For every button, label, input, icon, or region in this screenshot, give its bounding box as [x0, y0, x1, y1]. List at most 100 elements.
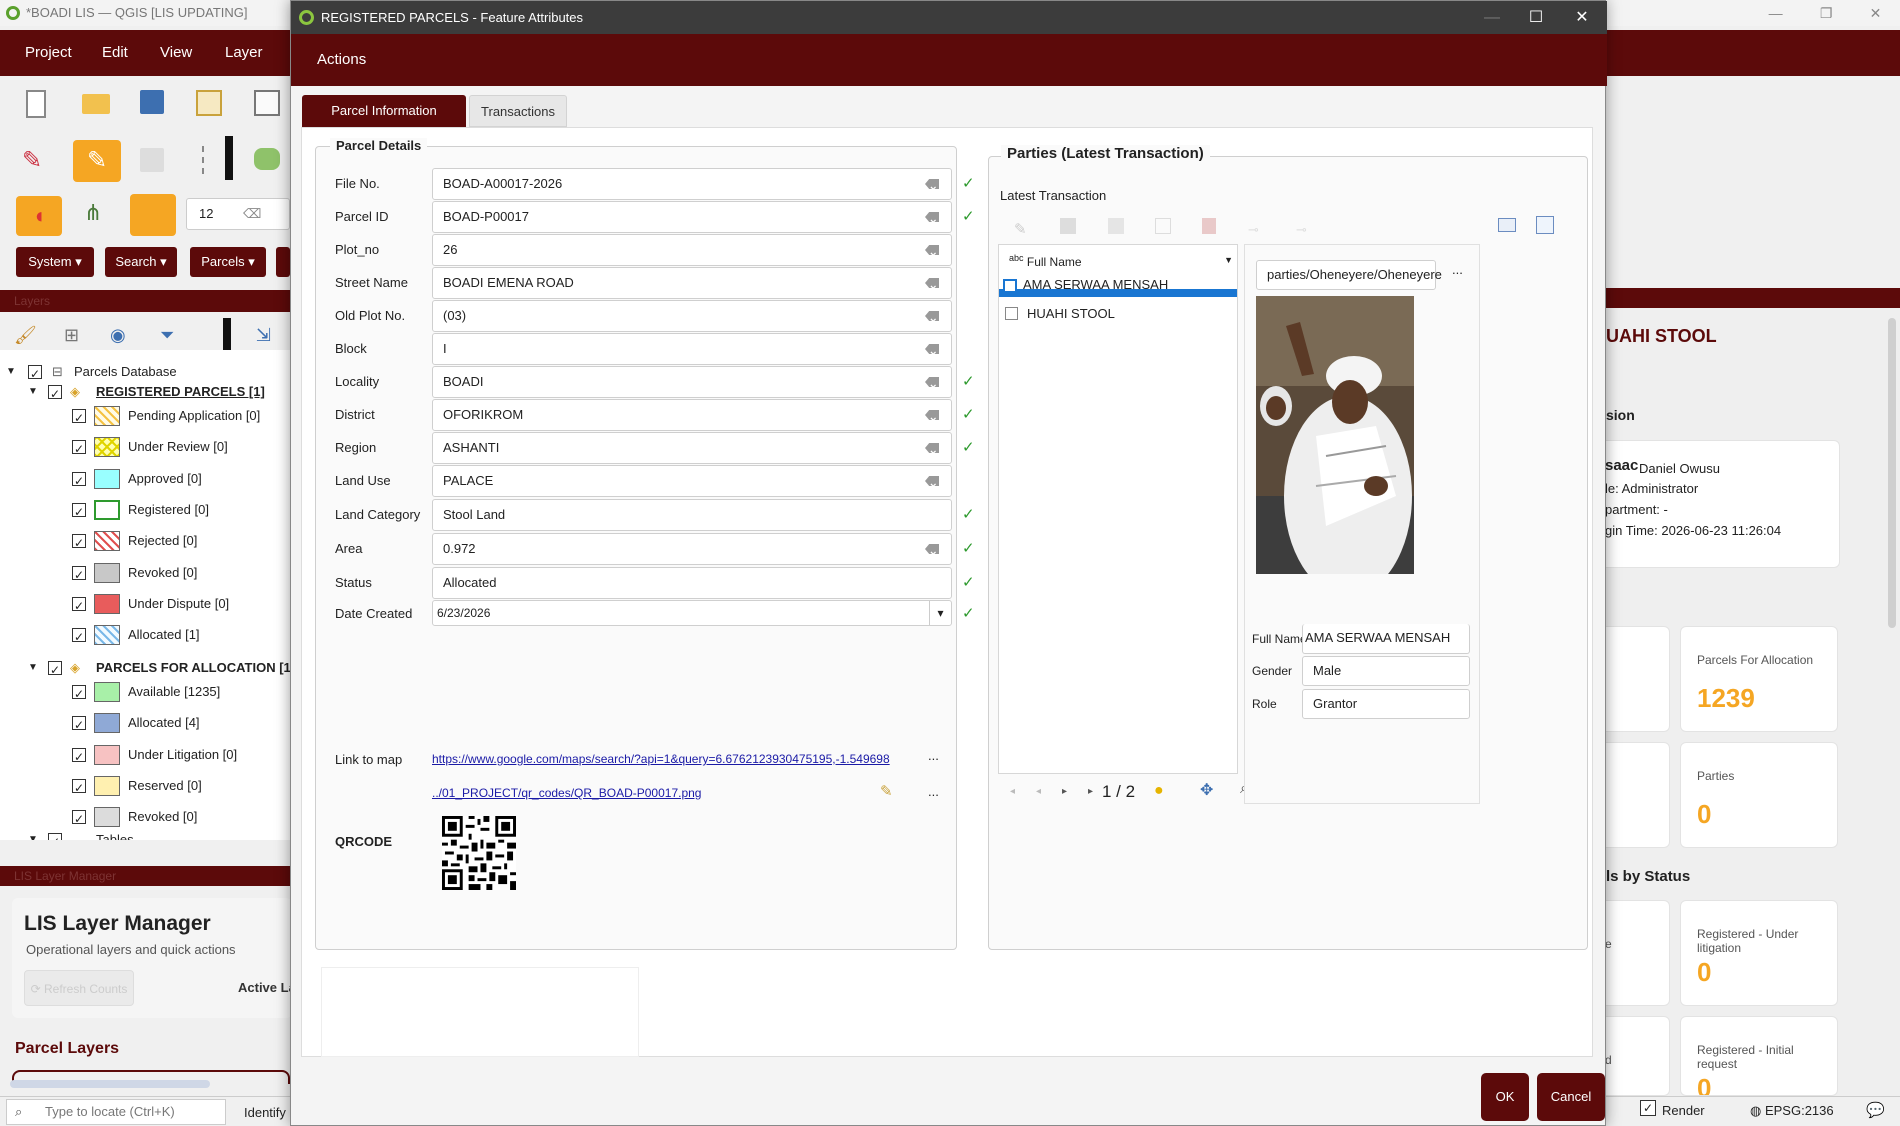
refresh-counts-button[interactable]: ⟳ Refresh Counts — [24, 970, 134, 1006]
field-input[interactable]: Stool Land — [432, 499, 952, 531]
system-button[interactable]: System ▾ — [16, 247, 94, 277]
delete-icon[interactable] — [1202, 218, 1216, 234]
visibility-eye-icon[interactable]: ◉ — [110, 325, 138, 353]
new-project-icon[interactable] — [26, 90, 46, 118]
style-manager-icon[interactable]: 🖌 — [14, 325, 42, 353]
more-button[interactable] — [276, 247, 290, 277]
layer-checkbox[interactable] — [72, 682, 86, 706]
clear-icon[interactable]: ⌫ — [243, 199, 261, 229]
clear-field-icon[interactable] — [925, 377, 939, 387]
menu-edit[interactable]: Edit — [102, 44, 128, 61]
field-input[interactable]: I — [432, 333, 952, 365]
link-icon[interactable]: ⊸ — [1248, 222, 1259, 238]
party-field-input[interactable]: Grantor — [1302, 689, 1470, 719]
layer-checkbox[interactable] — [72, 500, 86, 524]
snapping-magnet-icon[interactable]: ◖ — [16, 196, 62, 236]
add-feature-icon[interactable] — [1108, 218, 1124, 234]
clear-field-icon[interactable] — [925, 278, 939, 288]
field-input[interactable]: Allocated — [432, 567, 952, 599]
filter-icon[interactable]: ⏷ — [160, 325, 188, 353]
search-button[interactable]: Search ▾ — [105, 247, 177, 277]
layout-manager-icon[interactable] — [254, 90, 280, 116]
minimize-icon[interactable]: — — [1769, 0, 1783, 26]
toggle-editing-icon[interactable]: ✎ — [73, 140, 121, 182]
clear-field-icon[interactable] — [925, 344, 939, 354]
row-checkbox[interactable] — [1005, 307, 1018, 320]
party-field-input[interactable]: Male — [1302, 656, 1470, 686]
field-input[interactable]: OFORIKROM — [432, 399, 952, 431]
prev-page-icon[interactable]: ◂ — [1036, 786, 1041, 797]
layer-checkbox[interactable] — [72, 406, 86, 430]
link-to-map-ellipsis[interactable]: ... — [928, 748, 939, 763]
actions-menu[interactable]: Actions — [317, 51, 366, 68]
locator-input[interactable]: ⌕ Type to locate (Ctrl+K) — [6, 1099, 226, 1125]
print-layout-icon[interactable] — [196, 90, 222, 116]
qr-path-value[interactable]: ../01_PROJECT/qr_codes/QR_BOAD-P00017.pn… — [432, 786, 772, 800]
clear-field-icon[interactable] — [925, 544, 939, 554]
save-icon[interactable] — [1060, 218, 1076, 234]
save-icon[interactable] — [140, 90, 164, 114]
copy-icon[interactable] — [1155, 218, 1171, 234]
field-input[interactable]: BOADI — [432, 366, 952, 398]
crs-button[interactable]: ◍ EPSG:2136 — [1750, 1103, 1834, 1119]
clear-field-icon[interactable] — [925, 212, 939, 222]
date-created-combo[interactable]: 6/23/2026 ▾ — [432, 600, 952, 626]
layer-checkbox[interactable] — [72, 594, 86, 618]
layer-checkbox[interactable] — [72, 563, 86, 587]
snap-to-vertex-icon[interactable] — [130, 194, 176, 236]
qr-path-ellipsis[interactable]: ... — [928, 784, 939, 799]
ok-button[interactable]: OK — [1481, 1073, 1529, 1121]
maximize-icon[interactable]: ❐ — [1820, 0, 1833, 26]
chevron-down-icon[interactable]: ▾ — [929, 601, 951, 625]
messages-icon[interactable]: 💬 — [1866, 1101, 1885, 1119]
clear-field-icon[interactable] — [925, 311, 939, 321]
list-item[interactable]: HUAHI STOOL — [999, 303, 1237, 325]
field-input[interactable]: ASHANTI — [432, 432, 952, 464]
field-input[interactable]: 26 — [432, 234, 952, 266]
pan-to-icon[interactable]: ✥ — [1200, 780, 1213, 800]
menu-layer[interactable]: Layer — [225, 44, 263, 61]
row-checkbox[interactable] — [1003, 279, 1017, 293]
layer-checkbox[interactable] — [72, 469, 86, 493]
layer-checkbox[interactable] — [72, 531, 86, 555]
layer-checkbox[interactable] — [72, 776, 86, 800]
tab-transactions[interactable]: Transactions — [469, 95, 567, 127]
render-checkbox[interactable]: ✓ — [1640, 1100, 1656, 1116]
last-page-icon[interactable]: ▸ — [1088, 786, 1093, 797]
list-item[interactable]: AMA SERWAA MENSAH — [999, 275, 1237, 297]
clear-field-icon[interactable] — [925, 179, 939, 189]
layer-checkbox[interactable] — [72, 807, 86, 831]
add-group-icon[interactable]: ⊞ — [64, 325, 92, 353]
expand-all-icon[interactable]: ⇲ — [256, 325, 284, 353]
add-polygon-icon[interactable] — [254, 148, 280, 170]
field-input[interactable]: BOADI EMENA ROAD — [432, 267, 952, 299]
form-view-icon[interactable] — [1498, 218, 1516, 232]
close-icon[interactable]: ✕ — [1870, 0, 1882, 26]
minimize-icon[interactable]: — — [1467, 1, 1517, 34]
layer-checkbox[interactable] — [72, 713, 86, 737]
field-input[interactable]: (03) — [432, 300, 952, 332]
clear-field-icon[interactable] — [925, 245, 939, 255]
first-page-icon[interactable]: ◂ — [1010, 786, 1015, 797]
clear-field-icon[interactable] — [925, 443, 939, 453]
open-folder-icon[interactable] — [82, 94, 110, 114]
table-view-icon[interactable] — [1536, 216, 1554, 234]
dashboard-scrollbar[interactable] — [1888, 318, 1896, 628]
vertex-tool-icon[interactable]: ⋔ — [84, 200, 112, 228]
save-edits-icon[interactable] — [140, 148, 164, 172]
horizontal-scrollbar[interactable] — [10, 1080, 210, 1088]
close-icon[interactable]: ✕ — [1557, 1, 1607, 34]
pencil-edit-icon[interactable]: ✎ — [22, 146, 50, 174]
toggle-edit-icon[interactable]: ✎ — [1014, 220, 1027, 238]
photo-path-input[interactable]: parties/Oheneyere/Oheneyere 1.jpg — [1256, 260, 1442, 310]
pencil-icon[interactable]: ✎ — [880, 782, 893, 800]
clear-field-icon[interactable] — [925, 410, 939, 420]
tab-parcel-information[interactable]: Parcel Information — [302, 95, 466, 127]
cancel-button[interactable]: Cancel — [1537, 1073, 1605, 1121]
sort-chevron-icon[interactable]: ▼ — [1224, 255, 1233, 265]
highlight-bulb-icon[interactable]: ● — [1154, 782, 1164, 800]
snap-tolerance-input[interactable]: 12 ⌫ — [186, 198, 290, 230]
parcels-button[interactable]: Parcels ▾ — [190, 247, 266, 277]
party-field-input[interactable]: AMA SERWAA MENSAH — [1302, 624, 1470, 654]
field-input[interactable]: 0.972 — [432, 533, 952, 565]
